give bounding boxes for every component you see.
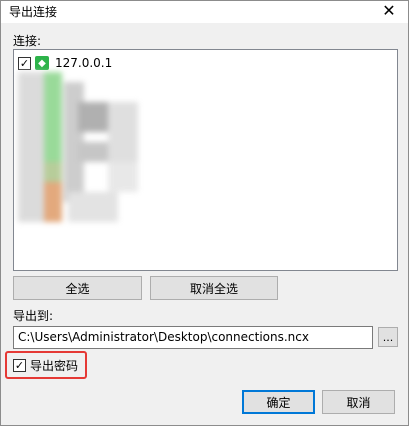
connection-item[interactable]: ✓ ◆ 127.0.0.1 — [18, 54, 112, 72]
check-icon: ✓ — [14, 358, 25, 372]
connections-list[interactable]: ✓ ◆ 127.0.0.1 — [13, 49, 398, 271]
cancel-button[interactable]: 取消 — [322, 390, 395, 414]
export-password-checkbox-row[interactable]: ✓ 导出密码 — [5, 351, 87, 379]
export-to-label: 导出到: — [13, 309, 54, 323]
connections-label: 连接: — [13, 34, 42, 48]
export-path-input[interactable]: C:\Users\Administrator\Desktop\connectio… — [13, 326, 373, 349]
export-password-checkbox[interactable]: ✓ — [13, 358, 26, 372]
deselect-all-button[interactable]: 取消全选 — [150, 276, 278, 300]
connection-checkbox[interactable]: ✓ — [18, 56, 31, 70]
title-bar: 导出连接 ✕ — [1, 1, 408, 23]
check-icon: ✓ — [19, 56, 30, 70]
dialog-title: 导出连接 — [9, 5, 58, 19]
connection-name: 127.0.0.1 — [55, 56, 113, 70]
export-connections-dialog: 导出连接 ✕ 连接: ✓ ◆ 127.0.0.1 全选 取消全选 导出到: C:… — [0, 0, 409, 426]
export-password-label: 导出密码 — [30, 358, 79, 373]
ok-button[interactable]: 确定 — [242, 390, 315, 414]
browse-button[interactable]: ... — [378, 327, 398, 347]
obscured-connection-list — [18, 72, 148, 252]
select-all-button[interactable]: 全选 — [13, 276, 142, 300]
mysql-connection-icon: ◆ — [35, 56, 49, 70]
close-icon: ✕ — [382, 1, 396, 20]
close-button[interactable]: ✕ — [374, 1, 404, 21]
